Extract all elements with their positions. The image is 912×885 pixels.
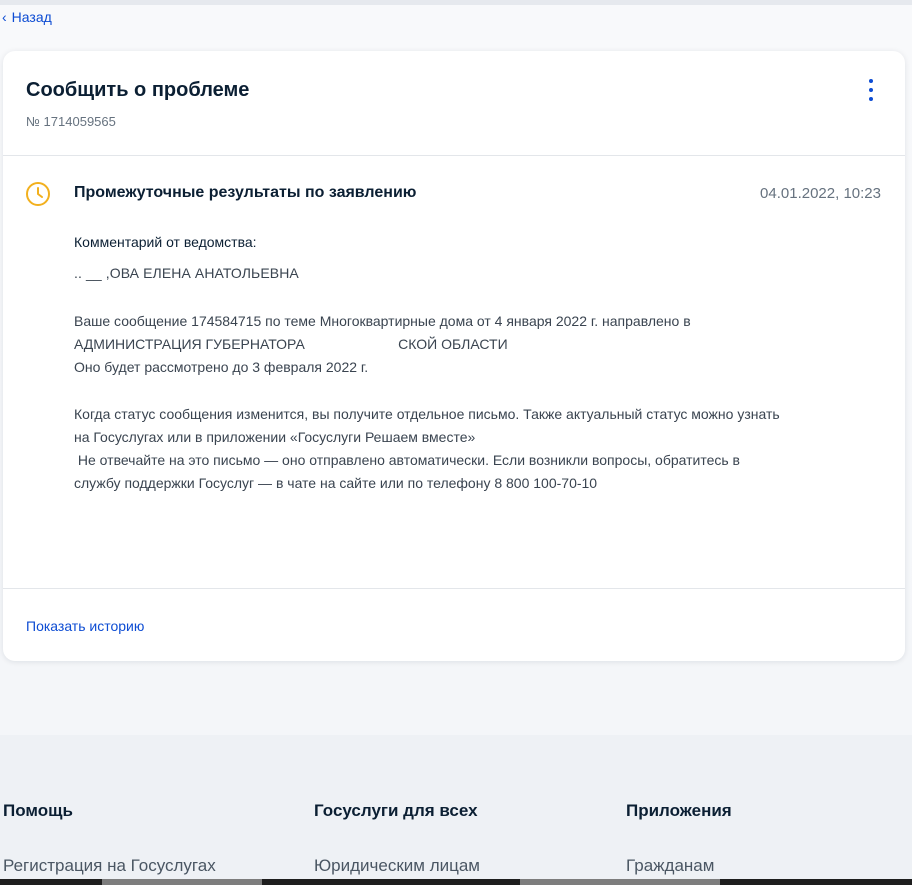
message-line: Оно будет рассмотрено до 3 февраля 2022 …	[74, 359, 369, 375]
footer-link[interactable]: Регистрация на Госуслугах	[3, 856, 216, 876]
back-link[interactable]: ‹ Назад	[2, 9, 52, 25]
page: ‹ Назад Сообщить о проблеме № 1714059565…	[0, 0, 912, 885]
bottom-edge-segment	[520, 879, 720, 885]
message-line: АДМИНИСТРАЦИЯ ГУБЕРНАТОРА СКОЙ ОБЛАСТИ	[74, 336, 508, 352]
show-history-link[interactable]: Показать историю	[26, 618, 144, 634]
info-line: на Госуслугах или в приложении «Госуслуг…	[74, 429, 476, 445]
request-card: Сообщить о проблеме № 1714059565 Промежу…	[3, 51, 905, 661]
page-title: Сообщить о проблеме	[26, 79, 250, 101]
card-divider	[3, 155, 905, 156]
kebab-icon[interactable]	[865, 79, 877, 101]
footer-link[interactable]: Юридическим лицам	[314, 856, 480, 876]
content-area: ‹ Назад Сообщить о проблеме № 1714059565…	[0, 0, 912, 735]
footer-link[interactable]: Гражданам	[626, 856, 714, 876]
clock-icon	[26, 182, 50, 206]
status-message: Ваше сообщение 174584715 по теме Многокв…	[74, 310, 894, 379]
request-number: № 1714059565	[26, 114, 116, 129]
status-title: Промежуточные результаты по заявлению	[74, 184, 417, 201]
footer-heading: Помощь	[3, 801, 73, 820]
footer-heading: Приложения	[626, 801, 732, 820]
status-info: Когда статус сообщения изменится, вы пол…	[74, 403, 894, 495]
header-divider	[0, 0, 912, 5]
screen-bottom-edge	[0, 879, 912, 885]
back-label: Назад	[11, 9, 52, 25]
officer-name: .. __ ,ОВА ЕЛЕНА АНАТОЛЬЕВНА	[74, 265, 299, 281]
comment-label: Комментарий от ведомства:	[74, 234, 257, 250]
status-date: 04.01.2022, 10:23	[760, 185, 881, 202]
info-line: Не отвечайте на это письмо — оно отправл…	[74, 452, 740, 468]
message-line: Ваше сообщение 174584715 по теме Многокв…	[74, 313, 691, 329]
chevron-left-icon: ‹	[2, 9, 7, 25]
info-line: Когда статус сообщения изменится, вы пол…	[74, 406, 780, 422]
bottom-edge-segment	[102, 879, 262, 885]
footer-heading: Госуслуги для всех	[314, 801, 478, 820]
card-divider	[3, 588, 905, 589]
footer: Помощь Регистрация на Госуслугах Госуслу…	[0, 735, 912, 885]
info-line: службу поддержки Госуслуг — в чате на са…	[74, 475, 598, 491]
